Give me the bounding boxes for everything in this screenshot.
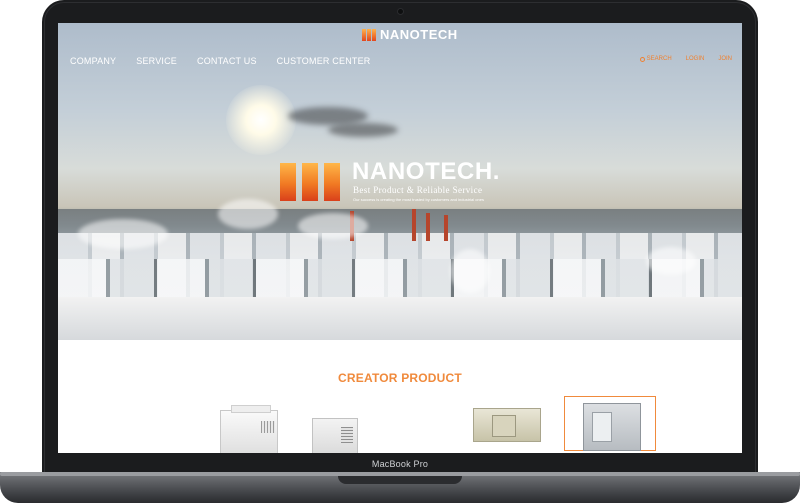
product-image xyxy=(583,403,641,451)
search-icon xyxy=(639,56,645,62)
section-title: CREATOR PRODUCT xyxy=(338,371,462,385)
device-label: MacBook Pro xyxy=(371,459,429,469)
search-label: SEARCH xyxy=(646,56,672,62)
macbook-mockup: NANOTECH COMPANY SERVICE CONTACT US CUST… xyxy=(0,0,800,503)
site-logo[interactable]: NANOTECH xyxy=(362,27,458,43)
utility-menu: SEARCH LOGIN JOIN xyxy=(639,56,732,62)
hero-brand: NANOTECH. Best Product & Reliable Servic… xyxy=(280,157,540,213)
login-link[interactable]: LOGIN xyxy=(686,56,705,62)
hero-description: Our success is creating the most trusted… xyxy=(353,197,484,202)
camera-icon xyxy=(398,9,403,14)
product-thumbnail-selected[interactable] xyxy=(564,396,656,451)
machine-image xyxy=(220,405,278,453)
smoke-plume xyxy=(328,123,398,137)
steam-cloud xyxy=(298,213,368,239)
steam-cloud xyxy=(646,247,696,275)
product-thumbnail[interactable] xyxy=(461,396,553,451)
laptop-notch xyxy=(338,476,462,484)
main-nav: COMPANY SERVICE CONTACT US CUSTOMER CENT… xyxy=(70,56,391,66)
logo-mark-icon xyxy=(362,29,376,41)
search-link[interactable]: SEARCH xyxy=(639,56,672,62)
nav-item-company[interactable]: COMPANY xyxy=(70,56,116,66)
chimney xyxy=(426,213,430,241)
nav-item-customer-center[interactable]: CUSTOMER CENTER xyxy=(277,56,371,66)
sun-glow xyxy=(226,85,296,155)
hero-tagline: Best Product & Reliable Service xyxy=(353,185,483,195)
laptop-screen: NANOTECH COMPANY SERVICE CONTACT US CUST… xyxy=(58,23,742,453)
foreground-building xyxy=(58,297,742,340)
factory-roofs xyxy=(58,259,742,299)
laptop-base xyxy=(0,472,800,503)
brand-logo-icon xyxy=(280,163,342,201)
nav-item-contact-us[interactable]: CONTACT US xyxy=(197,56,257,66)
nav-item-service[interactable]: SERVICE xyxy=(136,56,177,66)
logo-text: NANOTECH xyxy=(380,27,458,42)
steam-cloud xyxy=(218,199,278,229)
featured-product-image[interactable] xyxy=(218,405,358,453)
product-image xyxy=(473,408,541,442)
machine-image xyxy=(312,418,358,453)
steam-cloud xyxy=(450,249,490,293)
chimney xyxy=(412,209,416,241)
join-link[interactable]: JOIN xyxy=(718,56,732,62)
hero-brand-name: NANOTECH. xyxy=(352,158,501,185)
chimney xyxy=(444,215,448,241)
steam-cloud xyxy=(78,219,168,249)
